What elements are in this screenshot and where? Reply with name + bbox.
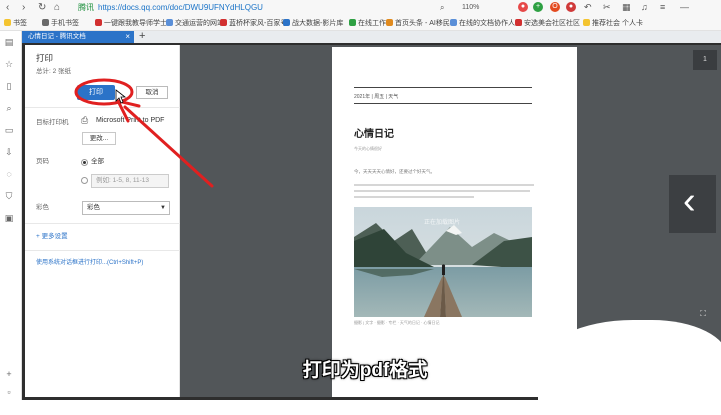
star-icon[interactable]: ☆ — [3, 59, 15, 70]
bookmark-item[interactable]: 一键跟我教导师学士 — [95, 18, 167, 29]
doc-header: 2021年 | 周五 | 天气 — [354, 94, 399, 100]
add-icon[interactable]: + — [3, 369, 15, 380]
address-bar: ‹ › ↻ ⌂ 腾讯 https://docs.qq.com/doc/DWU9U… — [0, 0, 721, 15]
header-rule-top — [354, 87, 532, 88]
menu-icon[interactable]: ≡ — [660, 1, 665, 14]
bookmark-item[interactable]: 书签 — [4, 18, 27, 29]
image-caption: 正在加载图片 — [424, 220, 461, 226]
browser-sidebar: ▤ ☆ ▯ ⌕ ▭ ⇩ ◌ ⛉ ▣ + ▫ — [0, 31, 22, 400]
color-select-value: 彩色 — [87, 204, 100, 211]
divider — [25, 250, 180, 251]
zoom-level[interactable]: 110% — [462, 2, 479, 13]
pages-all-label: 全部 — [91, 158, 104, 165]
next-page-button[interactable]: ‹ — [669, 175, 716, 233]
chevron-left-icon: ‹ — [683, 180, 696, 222]
video-overlay-blob — [538, 320, 721, 415]
extension-icon-3[interactable]: O — [550, 2, 560, 12]
site-security-label: 腾讯 — [78, 3, 94, 12]
pages-range-input[interactable]: 例如: 1-5, 8, 11-13 — [91, 174, 169, 188]
bookmark-item[interactable]: 战大数据-影片库 — [283, 18, 343, 29]
download-icon[interactable]: ⇩ — [3, 147, 15, 158]
divider — [25, 223, 180, 224]
bookmark-item[interactable]: 在线工作 — [349, 18, 386, 29]
print-button[interactable]: 打印 — [77, 85, 115, 100]
chat-icon[interactable]: ◌ — [3, 169, 15, 180]
new-tab-button[interactable]: + — [139, 30, 145, 43]
bookmark-item[interactable]: 推荐社会 个人卡 — [583, 18, 643, 29]
video-subtitle: 打印为pdf格式 — [302, 360, 428, 381]
back-icon[interactable]: ‹ — [6, 1, 9, 14]
doc-title: 心情日记 — [354, 129, 394, 140]
printer-name: Microsoft Print to PDF — [96, 117, 165, 124]
document-landscape-image: 正在加载图片 — [354, 207, 532, 317]
doc-subtitle: 今天的心情很好 — [354, 146, 382, 151]
para-line — [354, 196, 474, 198]
header-rule-bottom — [354, 103, 532, 104]
print-settings-panel: 打印 总计: 2 张纸 打印 取消 目标打印机 ⎙ Microsoft Prin… — [25, 45, 180, 397]
pages-label: 页码 — [36, 158, 49, 165]
refresh-icon[interactable]: ↻ — [38, 1, 46, 14]
bookmark-item[interactable]: 蓝桥杯家风-百家号 — [220, 18, 287, 29]
minimize-icon[interactable]: — — [680, 1, 689, 14]
bookmark-item[interactable]: 在线的文档协作人员 — [450, 18, 522, 29]
grid-icon[interactable]: ▦ — [622, 1, 631, 14]
bookmark-item[interactable]: 交通运营的网站 — [166, 18, 224, 29]
color-select[interactable]: 彩色 ▼ — [82, 201, 170, 215]
collection-icon[interactable]: ▤ — [3, 37, 15, 48]
bookmarks-bar: 书签 手机书签 一键跟我教导师学士 交通运营的网站 蓝桥杯家风-百家号 战大数据… — [0, 15, 721, 31]
scissors-icon[interactable]: ✂ — [603, 1, 611, 14]
change-printer-button[interactable]: 更改... — [82, 132, 116, 145]
search-icon[interactable]: ⌕ — [440, 1, 444, 14]
more-settings-link[interactable]: + 更多设置 — [36, 232, 68, 242]
history-icon[interactable]: ▯ — [3, 81, 15, 92]
forward-icon[interactable]: › — [22, 1, 25, 14]
bookmark-item[interactable]: 安选美会社区社区 — [515, 18, 580, 29]
destination-label: 目标打印机 — [36, 119, 69, 126]
bookmark-item[interactable]: 手机书签 — [42, 18, 79, 29]
tab-label: 心情日记 - 腾讯文档 — [28, 33, 86, 40]
system-dialog-link[interactable]: 使用系统对话框进行打印...(Ctrl+Shift+P) — [36, 258, 143, 268]
search-icon[interactable]: ⌕ — [3, 103, 15, 114]
panel-title: 打印 — [36, 53, 54, 63]
read-icon[interactable]: ▭ — [3, 125, 15, 136]
page-number: 1 — [693, 50, 717, 70]
shield-icon[interactable]: ⛉ — [3, 191, 15, 202]
extension-icon-2[interactable]: + — [533, 2, 543, 12]
url-field[interactable]: https://docs.qq.com/doc/DWU9UFNYdHLQGU — [98, 2, 263, 13]
total-pages: 总计: 2 张纸 — [36, 68, 72, 75]
doc-footer: 摄影 | 文字 · 摄影 · 专栏 · 天气的日记 · 心情日记 — [354, 320, 440, 325]
divider — [25, 107, 180, 108]
bell-icon[interactable]: ♫ — [641, 1, 648, 14]
pages-range-radio[interactable] — [81, 177, 88, 184]
layout-icon[interactable]: ▫ — [3, 387, 15, 398]
bookmark-item[interactable]: 首页头条 - AI移民 — [386, 18, 450, 29]
doc-first-line: 今，天天天天心情好，还要过个好天气。 — [354, 169, 435, 174]
extension-icon-1[interactable]: ● — [518, 2, 528, 12]
printer-icon: ⎙ — [81, 115, 89, 125]
para-line — [354, 184, 534, 186]
close-icon[interactable]: × — [125, 31, 130, 43]
fit-to-page-icon[interactable]: ⛶ — [695, 307, 711, 321]
tab-active[interactable]: 心情日记 - 腾讯文档 × — [22, 31, 134, 43]
chevron-down-icon: ▼ — [160, 205, 166, 211]
para-line — [354, 190, 530, 192]
home-icon[interactable]: ⌂ — [54, 1, 60, 14]
extension-icon-4[interactable]: ● — [566, 2, 576, 12]
cancel-button[interactable]: 取消 — [136, 86, 168, 99]
notes-icon[interactable]: ▣ — [3, 213, 15, 224]
undo-icon[interactable]: ↶ — [584, 1, 592, 14]
pages-all-radio[interactable] — [81, 159, 88, 166]
color-label: 彩色 — [36, 204, 49, 211]
